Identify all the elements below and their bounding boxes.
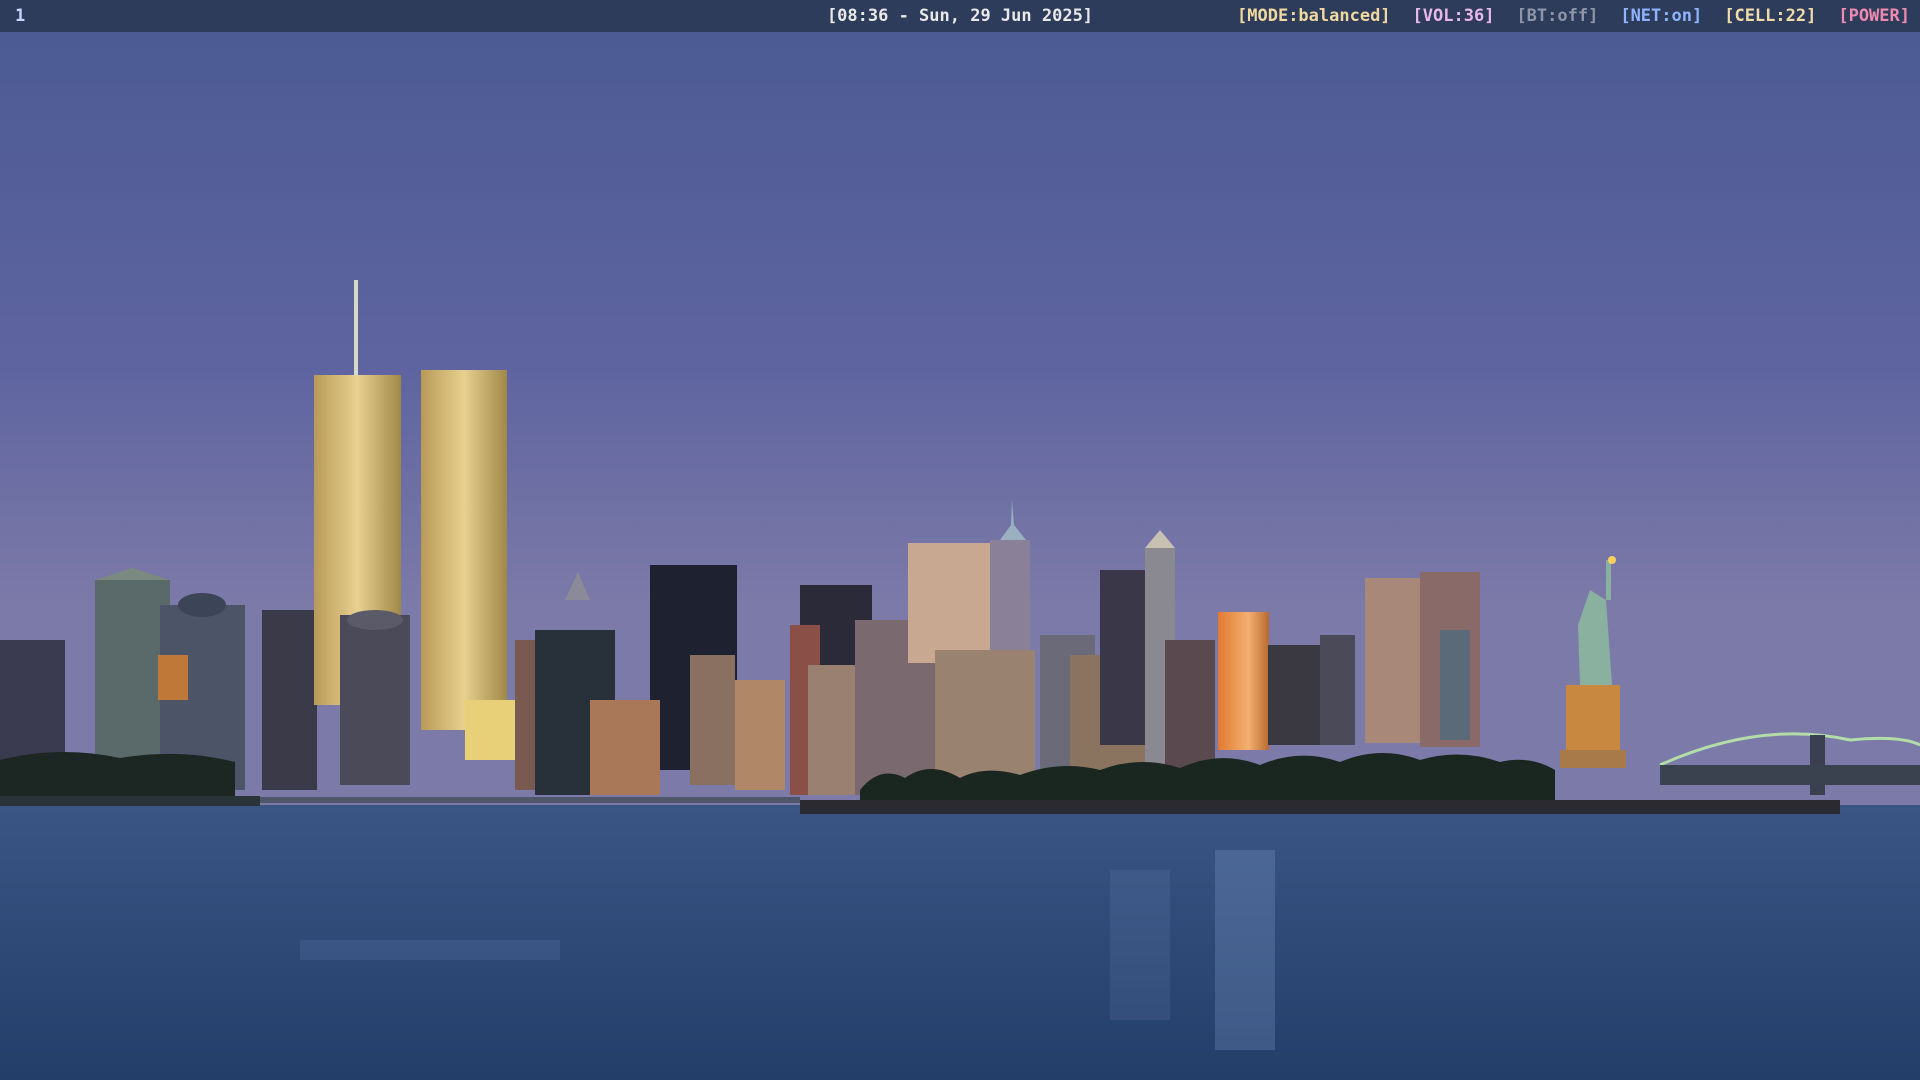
network-indicator[interactable]: [NET:on] — [1620, 0, 1702, 32]
desktop: 1 [08:36 - Sun, 29 Jun 2025] [MODE:balan… — [0, 0, 1920, 1080]
bluetooth-indicator[interactable]: [BT:off] — [1516, 0, 1598, 32]
status-modules: [MODE:balanced] [VOL:36] [BT:off] [NET:o… — [1237, 0, 1910, 32]
volume-indicator[interactable]: [VOL:36] — [1413, 0, 1495, 32]
status-bar: 1 [08:36 - Sun, 29 Jun 2025] [MODE:balan… — [0, 0, 1920, 32]
wallpaper-image — [0, 0, 1920, 1080]
battery-indicator[interactable]: [CELL:22] — [1724, 0, 1816, 32]
power-menu-button[interactable]: [POWER] — [1838, 0, 1910, 32]
power-mode-indicator[interactable]: [MODE:balanced] — [1237, 0, 1391, 32]
